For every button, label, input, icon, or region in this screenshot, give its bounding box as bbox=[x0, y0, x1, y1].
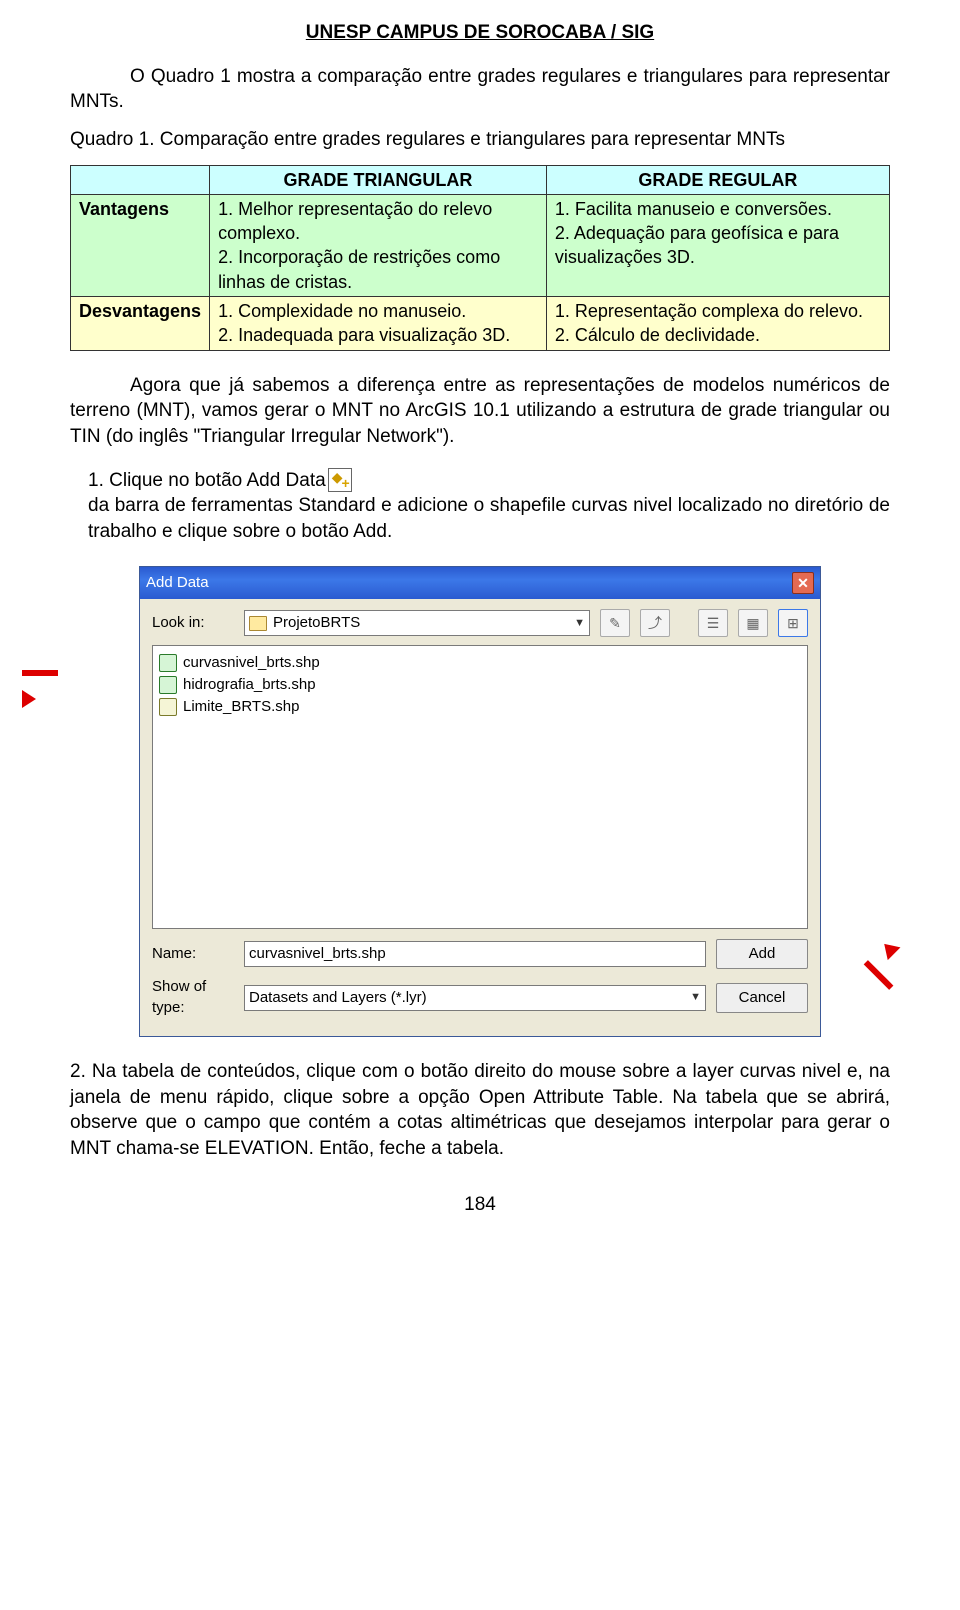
close-icon[interactable]: ✕ bbox=[792, 572, 814, 594]
intro-paragraph: O Quadro 1 mostra a comparação entre gra… bbox=[70, 64, 890, 115]
lookin-label: Look in: bbox=[152, 613, 234, 633]
cell-text: 2. Adequação para geofísica e para visua… bbox=[555, 221, 881, 270]
folder-connect-icon[interactable]: ⤴ bbox=[640, 609, 670, 637]
step1-text-a: 1. Clique no botão Add Data bbox=[88, 468, 326, 494]
chevron-down-icon: ▼ bbox=[574, 616, 585, 631]
shapefile-icon bbox=[159, 698, 177, 716]
cell-desv-tri: 1. Complexidade no manuseio. 2. Inadequa… bbox=[210, 297, 547, 351]
cell-text: 1. Facilita manuseio e conversões. bbox=[555, 197, 881, 221]
file-list[interactable]: curvasnivel_brts.shp hidrografia_brts.sh… bbox=[152, 645, 808, 929]
type-value: Datasets and Layers (*.lyr) bbox=[249, 988, 427, 1008]
annotation-arrow-right bbox=[881, 935, 928, 982]
step-1: 1. Clique no botão Add Data da barra de … bbox=[70, 468, 890, 545]
dialog-title: Add Data bbox=[146, 573, 209, 593]
view-thumbnail-icon[interactable]: ⊞ bbox=[778, 609, 808, 637]
view-details-icon[interactable]: ▦ bbox=[738, 609, 768, 637]
cell-text: 1. Representação complexa do relevo. bbox=[555, 299, 881, 323]
dialog-titlebar: Add Data ✕ bbox=[140, 567, 820, 599]
cell-desv-reg: 1. Representação complexa do relevo. 2. … bbox=[546, 297, 889, 351]
shapefile-icon bbox=[159, 676, 177, 694]
name-value: curvasnivel_brts.shp bbox=[249, 944, 386, 964]
list-item[interactable]: Limite_BRTS.shp bbox=[159, 696, 801, 718]
annotation-arrow-left bbox=[22, 660, 70, 678]
cell-text: 2. Inadequada para visualização 3D. bbox=[218, 323, 538, 347]
cell-text: 1. Complexidade no manuseio. bbox=[218, 299, 538, 323]
row-label-vantagens: Vantagens bbox=[71, 194, 210, 296]
add-button[interactable]: Add bbox=[716, 939, 808, 969]
add-data-dialog: Add Data ✕ Look in: ProjetoBRTS ▼ ✎ ⤴ ☰ … bbox=[139, 566, 821, 1037]
lookin-combo[interactable]: ProjetoBRTS ▼ bbox=[244, 610, 590, 636]
page-number: 184 bbox=[70, 1192, 890, 1218]
step-2: 2. Na tabela de conteúdos, clique com o … bbox=[70, 1059, 890, 1162]
view-list-icon[interactable]: ☰ bbox=[698, 609, 728, 637]
file-name: Limite_BRTS.shp bbox=[183, 697, 299, 717]
caption-number: Quadro 1. bbox=[70, 129, 160, 150]
cell-text: 2. Incorporação de restrições como linha… bbox=[218, 245, 538, 294]
paragraph-agora: Agora que já sabemos a diferença entre a… bbox=[70, 373, 890, 450]
page-header: UNESP CAMPUS DE SOROCABA / SIG bbox=[70, 20, 890, 46]
cancel-button[interactable]: Cancel bbox=[716, 983, 808, 1013]
chevron-down-icon: ▼ bbox=[690, 990, 701, 1005]
name-label: Name: bbox=[152, 944, 234, 964]
folder-icon bbox=[249, 616, 267, 631]
type-label: Show of type: bbox=[152, 977, 234, 1018]
table-header-regular: GRADE REGULAR bbox=[546, 165, 889, 194]
caption-text: Comparação entre grades regulares e tria… bbox=[160, 129, 785, 150]
add-data-dialog-figure: Add Data ✕ Look in: ProjetoBRTS ▼ ✎ ⤴ ☰ … bbox=[70, 566, 890, 1037]
cell-text: 1. Melhor representação do relevo comple… bbox=[218, 197, 538, 246]
folder-up-icon[interactable]: ✎ bbox=[600, 609, 630, 637]
list-item[interactable]: curvasnivel_brts.shp bbox=[159, 652, 801, 674]
cell-vant-reg: 1. Facilita manuseio e conversões. 2. Ad… bbox=[546, 194, 889, 296]
table-header-triangular: GRADE TRIANGULAR bbox=[210, 165, 547, 194]
cell-vant-tri: 1. Melhor representação do relevo comple… bbox=[210, 194, 547, 296]
cell-text: 2. Cálculo de declividade. bbox=[555, 323, 881, 347]
list-item[interactable]: hidrografia_brts.shp bbox=[159, 674, 801, 696]
table-caption: Quadro 1. Comparação entre grades regula… bbox=[70, 127, 890, 153]
comparison-table: GRADE TRIANGULAR GRADE REGULAR Vantagens… bbox=[70, 165, 890, 351]
shapefile-icon bbox=[159, 654, 177, 672]
lookin-value: ProjetoBRTS bbox=[273, 613, 360, 633]
type-combo[interactable]: Datasets and Layers (*.lyr) ▼ bbox=[244, 985, 706, 1011]
add-data-icon bbox=[328, 468, 352, 492]
table-header-empty bbox=[71, 165, 210, 194]
file-name: hidrografia_brts.shp bbox=[183, 675, 316, 695]
name-field[interactable]: curvasnivel_brts.shp bbox=[244, 941, 706, 967]
step1-text-b: da barra de ferramentas Standard e adici… bbox=[88, 493, 890, 544]
file-name: curvasnivel_brts.shp bbox=[183, 653, 320, 673]
row-label-desvantagens: Desvantagens bbox=[71, 297, 210, 351]
